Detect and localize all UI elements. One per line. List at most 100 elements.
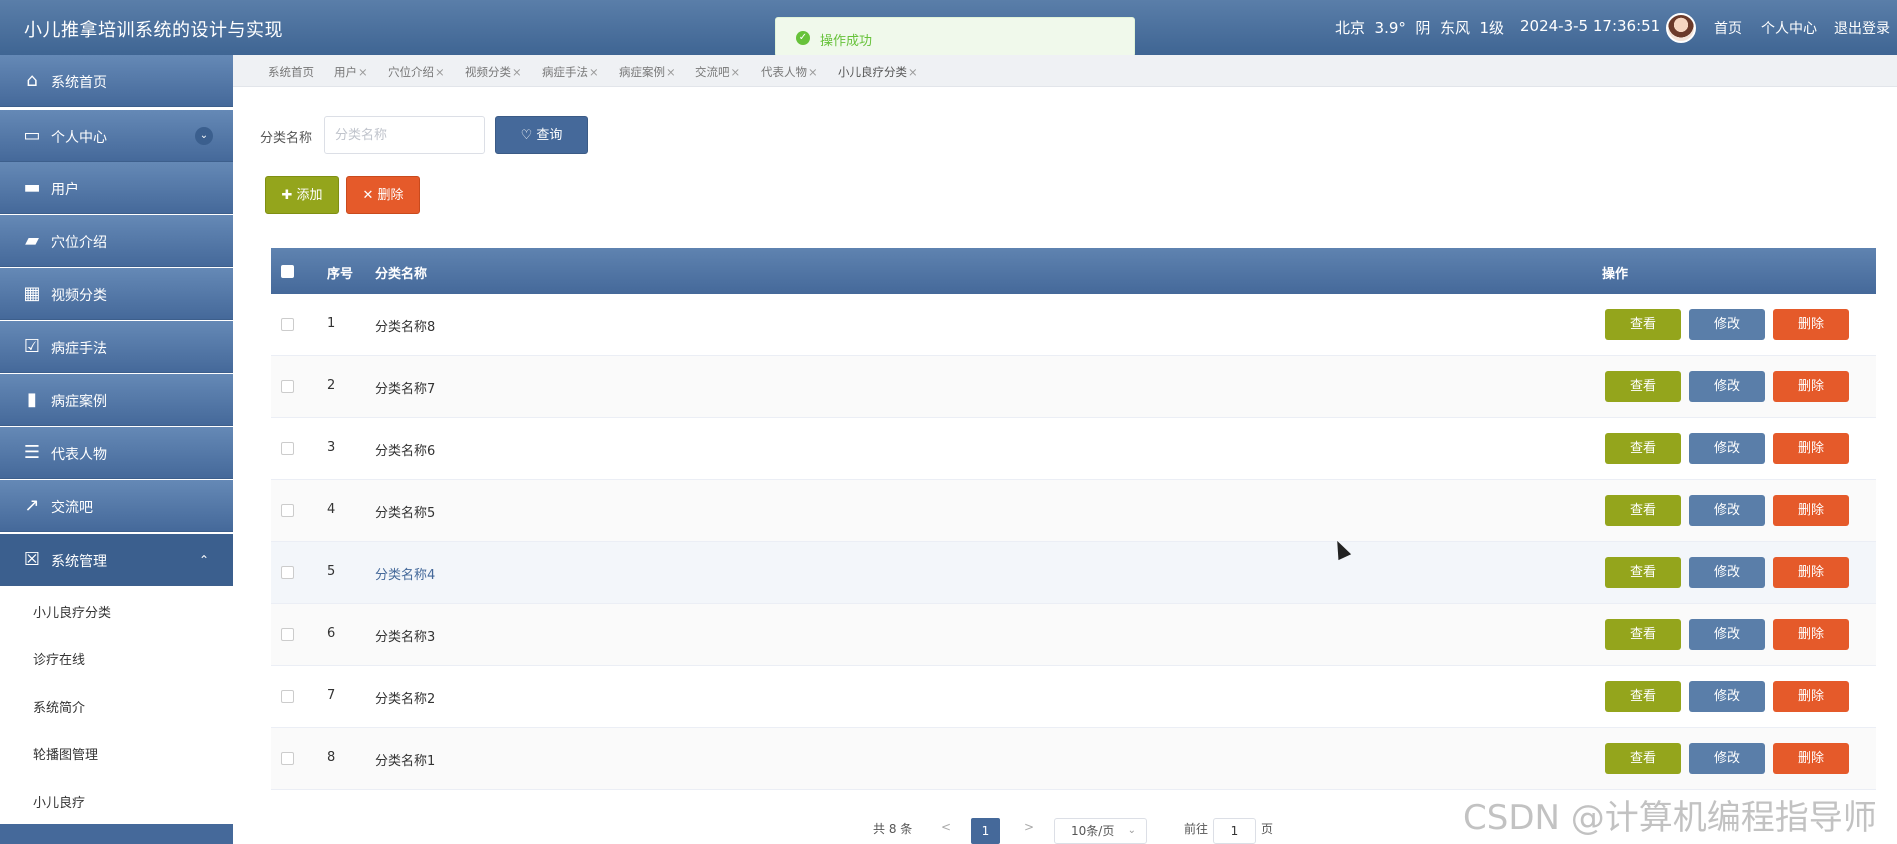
profile-link[interactable]: 个人中心 bbox=[1761, 18, 1817, 38]
delete-button[interactable]: 删除 bbox=[1773, 743, 1849, 774]
sidebar-item-forum[interactable]: ↗ 交流吧 bbox=[0, 480, 233, 532]
view-button[interactable]: 查看 bbox=[1605, 309, 1681, 340]
row-category-name: 分类名称1 bbox=[375, 754, 436, 769]
page-number-current[interactable]: 1 bbox=[971, 818, 1000, 844]
page-size-select[interactable]: 10条/页 ⌄ bbox=[1054, 818, 1147, 844]
row-category-name: 分类名称6 bbox=[375, 444, 436, 459]
table-row: 8 分类名称1 查看 修改 删除 bbox=[271, 728, 1876, 790]
edit-button[interactable]: 修改 bbox=[1689, 743, 1765, 774]
query-button[interactable]: ♡ 查询 bbox=[495, 116, 588, 154]
tab-home[interactable]: 系统首页 bbox=[268, 64, 314, 80]
column-actions: 操作 bbox=[1602, 267, 1629, 282]
close-icon[interactable]: × bbox=[512, 65, 522, 79]
sidebar-item-cases[interactable]: ▮ 病症案例 bbox=[0, 374, 233, 426]
edit-button[interactable]: 修改 bbox=[1689, 433, 1765, 464]
edit-button[interactable]: 修改 bbox=[1689, 681, 1765, 712]
table-row: 1 分类名称8 查看 修改 删除 bbox=[271, 294, 1876, 356]
add-button[interactable]: ✚ 添加 bbox=[265, 176, 339, 214]
tab-category[interactable]: 小儿良疗分类× bbox=[838, 64, 918, 80]
prev-page-button[interactable]: < bbox=[941, 820, 951, 834]
sidebar-item-label: 个人中心 bbox=[51, 130, 107, 146]
row-category-name: 分类名称3 bbox=[375, 630, 436, 645]
view-button[interactable]: 查看 bbox=[1605, 433, 1681, 464]
delete-button[interactable]: 删除 bbox=[1773, 309, 1849, 340]
tab-forum[interactable]: 交流吧× bbox=[695, 64, 740, 80]
column-index: 序号 bbox=[327, 267, 354, 282]
clipboard-check-icon: ☑ bbox=[23, 336, 41, 357]
sidebar-item-figures[interactable]: ☰ 代表人物 bbox=[0, 427, 233, 479]
grid-icon: ▦ bbox=[23, 283, 41, 304]
view-button[interactable]: 查看 bbox=[1605, 495, 1681, 526]
sidebar-item-techniques[interactable]: ☑ 病症手法 bbox=[0, 321, 233, 373]
home-link[interactable]: 首页 bbox=[1714, 18, 1742, 38]
delete-button[interactable]: 删除 bbox=[1773, 433, 1849, 464]
sidebar-item-label: 代表人物 bbox=[51, 447, 107, 463]
chevron-down-icon: ⌄ bbox=[1127, 825, 1136, 836]
row-category-name: 分类名称7 bbox=[375, 382, 436, 397]
category-name-input[interactable] bbox=[324, 116, 485, 154]
watermark: CSDN @计算机编程指导师 bbox=[1463, 798, 1877, 838]
subitem-category[interactable]: 小儿良疗分类 bbox=[0, 587, 233, 635]
delete-button-label: 删除 bbox=[377, 188, 404, 203]
edit-button[interactable]: 修改 bbox=[1689, 371, 1765, 402]
row-checkbox[interactable] bbox=[281, 442, 294, 455]
row-checkbox[interactable] bbox=[281, 690, 294, 703]
tab-acupoints[interactable]: 穴位介绍× bbox=[388, 64, 445, 80]
subitem-intro[interactable]: 系统简介 bbox=[0, 682, 233, 730]
sidebar-item-label: 穴位介绍 bbox=[51, 235, 107, 251]
edit-button[interactable]: 修改 bbox=[1689, 495, 1765, 526]
row-checkbox[interactable] bbox=[281, 628, 294, 641]
close-icon[interactable]: × bbox=[435, 65, 445, 79]
delete-button[interactable]: 删除 bbox=[1773, 557, 1849, 588]
tab-label: 病症手法 bbox=[542, 65, 588, 79]
view-button[interactable]: 查看 bbox=[1605, 743, 1681, 774]
edit-button[interactable]: 修改 bbox=[1689, 557, 1765, 588]
subitem-online-diagnosis[interactable]: 诊疗在线 bbox=[0, 634, 233, 682]
goto-page-input[interactable]: 1 bbox=[1213, 818, 1256, 844]
tab-users[interactable]: 用户× bbox=[334, 64, 368, 80]
select-all-checkbox[interactable] bbox=[281, 265, 294, 278]
delete-button[interactable]: 删除 bbox=[1773, 495, 1849, 526]
sidebar-item-home[interactable]: ⌂ 系统首页 bbox=[0, 55, 233, 107]
delete-button[interactable]: 删除 bbox=[1773, 371, 1849, 402]
sidebar-item-acupoints[interactable]: ▰ 穴位介绍 bbox=[0, 215, 233, 267]
subitem-carousel[interactable]: 轮播图管理 bbox=[0, 729, 233, 777]
next-page-button[interactable]: > bbox=[1024, 820, 1034, 834]
close-icon[interactable]: × bbox=[666, 65, 676, 79]
tab-figures[interactable]: 代表人物× bbox=[761, 64, 818, 80]
user-avatar[interactable] bbox=[1666, 13, 1696, 43]
view-button[interactable]: 查看 bbox=[1605, 371, 1681, 402]
row-checkbox[interactable] bbox=[281, 752, 294, 765]
row-checkbox[interactable] bbox=[281, 318, 294, 331]
batch-delete-button[interactable]: ✕ 删除 bbox=[346, 176, 420, 214]
close-icon[interactable]: × bbox=[358, 65, 368, 79]
sidebar-item-users[interactable]: ▬ 用户 bbox=[0, 162, 233, 214]
edit-button[interactable]: 修改 bbox=[1689, 309, 1765, 340]
view-button[interactable]: 查看 bbox=[1605, 619, 1681, 650]
trend-icon: ↗ bbox=[24, 495, 40, 516]
view-button[interactable]: 查看 bbox=[1605, 557, 1681, 588]
tab-video-categories[interactable]: 视频分类× bbox=[465, 64, 522, 80]
logout-link[interactable]: 退出登录 bbox=[1834, 18, 1890, 38]
delete-button[interactable]: 删除 bbox=[1773, 619, 1849, 650]
sidebar-item-label: 视频分类 bbox=[51, 288, 107, 304]
table-row: 6 分类名称3 查看 修改 删除 bbox=[271, 604, 1876, 666]
tab-techniques[interactable]: 病症手法× bbox=[542, 64, 599, 80]
row-checkbox[interactable] bbox=[281, 504, 294, 517]
row-checkbox[interactable] bbox=[281, 380, 294, 393]
search-label: 分类名称 bbox=[260, 131, 313, 146]
edit-button[interactable]: 修改 bbox=[1689, 619, 1765, 650]
delete-button[interactable]: 删除 bbox=[1773, 681, 1849, 712]
close-icon[interactable]: × bbox=[731, 65, 741, 79]
row-checkbox[interactable] bbox=[281, 566, 294, 579]
close-icon[interactable]: × bbox=[908, 65, 918, 79]
close-icon[interactable]: × bbox=[808, 65, 818, 79]
bar-chart-icon: ▮ bbox=[27, 389, 37, 410]
subitem-therapy[interactable]: 小儿良疗 bbox=[0, 777, 233, 825]
tab-cases[interactable]: 病症案例× bbox=[619, 64, 676, 80]
sidebar-item-system[interactable]: ☒ 系统管理 ⌃ bbox=[0, 534, 233, 586]
sidebar-item-video-categories[interactable]: ▦ 视频分类 bbox=[0, 268, 233, 320]
view-button[interactable]: 查看 bbox=[1605, 681, 1681, 712]
sidebar-item-profile[interactable]: ▭ 个人中心 ⌄ bbox=[0, 110, 233, 162]
close-icon[interactable]: × bbox=[589, 65, 599, 79]
